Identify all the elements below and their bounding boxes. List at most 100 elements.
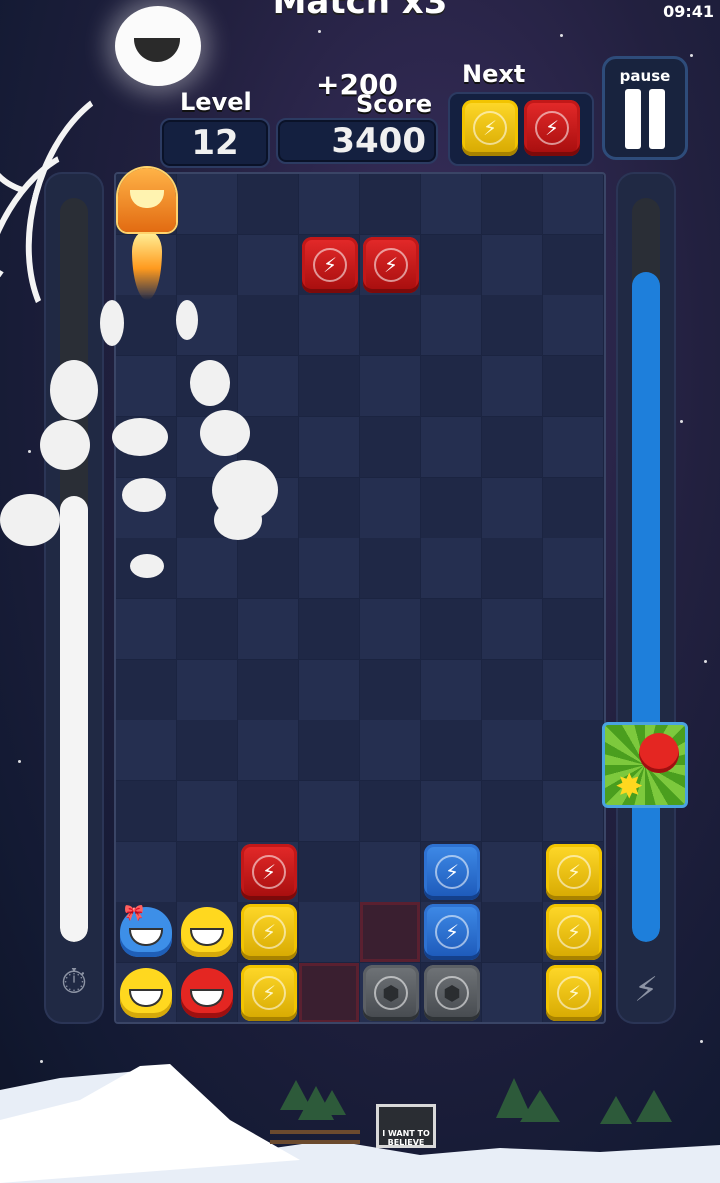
board-cell [238,781,298,841]
board-cell [360,781,420,841]
board-cell [238,598,298,659]
pause-button[interactable]: pause [602,56,688,160]
board-cell [116,295,176,356]
board-cell [177,841,237,902]
board-cell [482,416,542,477]
board-cell [299,295,359,356]
board-cell [116,659,176,720]
gem-stone: ⬢ [363,965,419,1022]
board-cell [543,781,603,841]
level-display: 12 [160,118,270,168]
board-cell [238,295,298,356]
board-cell [543,598,603,659]
board-cell [543,295,603,356]
lightning-icon: ⚡ [634,970,658,1010]
board-cell [360,174,420,234]
board-cell [421,781,481,841]
gem-blue: ⚡ [424,843,480,900]
board-cell [482,902,542,963]
level-value: 12 [191,123,239,163]
board-cell [299,902,359,963]
pause-icon-bar-right [649,89,665,149]
board-cell [482,963,542,1022]
score-display: 3400 [276,118,438,164]
monster-yellow [181,907,233,958]
board-cell [543,477,603,538]
gem-red: ⚡ [241,843,297,900]
red-monster-burst-icon [639,733,679,773]
board-cell [360,538,420,599]
board-cell [482,841,542,902]
board-cell [299,963,359,1022]
monster-blue: 🎀 [120,903,172,958]
gem-stone: ⬢ [424,965,480,1022]
monster-yellow [120,968,172,1019]
board-cell [421,659,481,720]
board-cell [543,174,603,234]
pause-icon-bar-left [625,89,641,149]
board-cell [116,781,176,841]
board-cell [421,356,481,417]
board-cell [177,538,237,599]
board-cell [482,659,542,720]
score-label: Score [356,90,433,118]
board-cell [360,477,420,538]
board-cell [482,538,542,599]
board-cell [360,720,420,781]
board-cell [238,356,298,417]
board-cell [543,659,603,720]
board-cell [299,416,359,477]
board-cell [543,234,603,295]
board-cell [299,356,359,417]
board-cell [299,598,359,659]
board-cell [421,416,481,477]
board-cell [421,720,481,781]
snowy-hills [0,1064,720,1183]
status-clock: 09:41 [663,2,714,21]
board-cell [299,720,359,781]
gem-yellow: ⚡ [241,904,297,961]
time-meter-fill [60,495,88,942]
board-cell [299,659,359,720]
board-cell [360,841,420,902]
board-cell [299,841,359,902]
board-cell [482,598,542,659]
board-cell [482,174,542,234]
board-cell [360,416,420,477]
gem-yellow: ⚡ [546,965,602,1022]
board-cell [543,416,603,477]
power-meter-fill [632,272,660,942]
board-cell [421,234,481,295]
board-cell [177,174,237,234]
power-meter-panel: ⚡ [616,172,676,1024]
board-cell [299,477,359,538]
power-meter-tube [632,198,660,942]
board-cell [543,538,603,599]
board-cell [482,295,542,356]
board-cell [360,356,420,417]
level-label: Level [180,88,252,116]
board-cell [238,174,298,234]
board-cell [421,477,481,538]
board-cell [543,356,603,417]
monster-red [181,968,233,1019]
falling-gem-red: ⚡ [302,236,358,293]
board-cell [299,538,359,599]
board-cell [238,720,298,781]
time-meter-tube [60,198,88,942]
board-cell [421,174,481,234]
board-cell [116,720,176,781]
board-cell [421,598,481,659]
board-cell [482,356,542,417]
next-gem-red: ⚡ [524,100,580,156]
board-cell [177,720,237,781]
gem-yellow: ⚡ [546,843,602,900]
board-cell [177,659,237,720]
board-cell [482,477,542,538]
board-cell [360,659,420,720]
board-cell [421,538,481,599]
board-cell [482,781,542,841]
board-cell [177,781,237,841]
gem-yellow: ⚡ [546,904,602,961]
powerup-button[interactable]: ✸ [602,722,688,808]
